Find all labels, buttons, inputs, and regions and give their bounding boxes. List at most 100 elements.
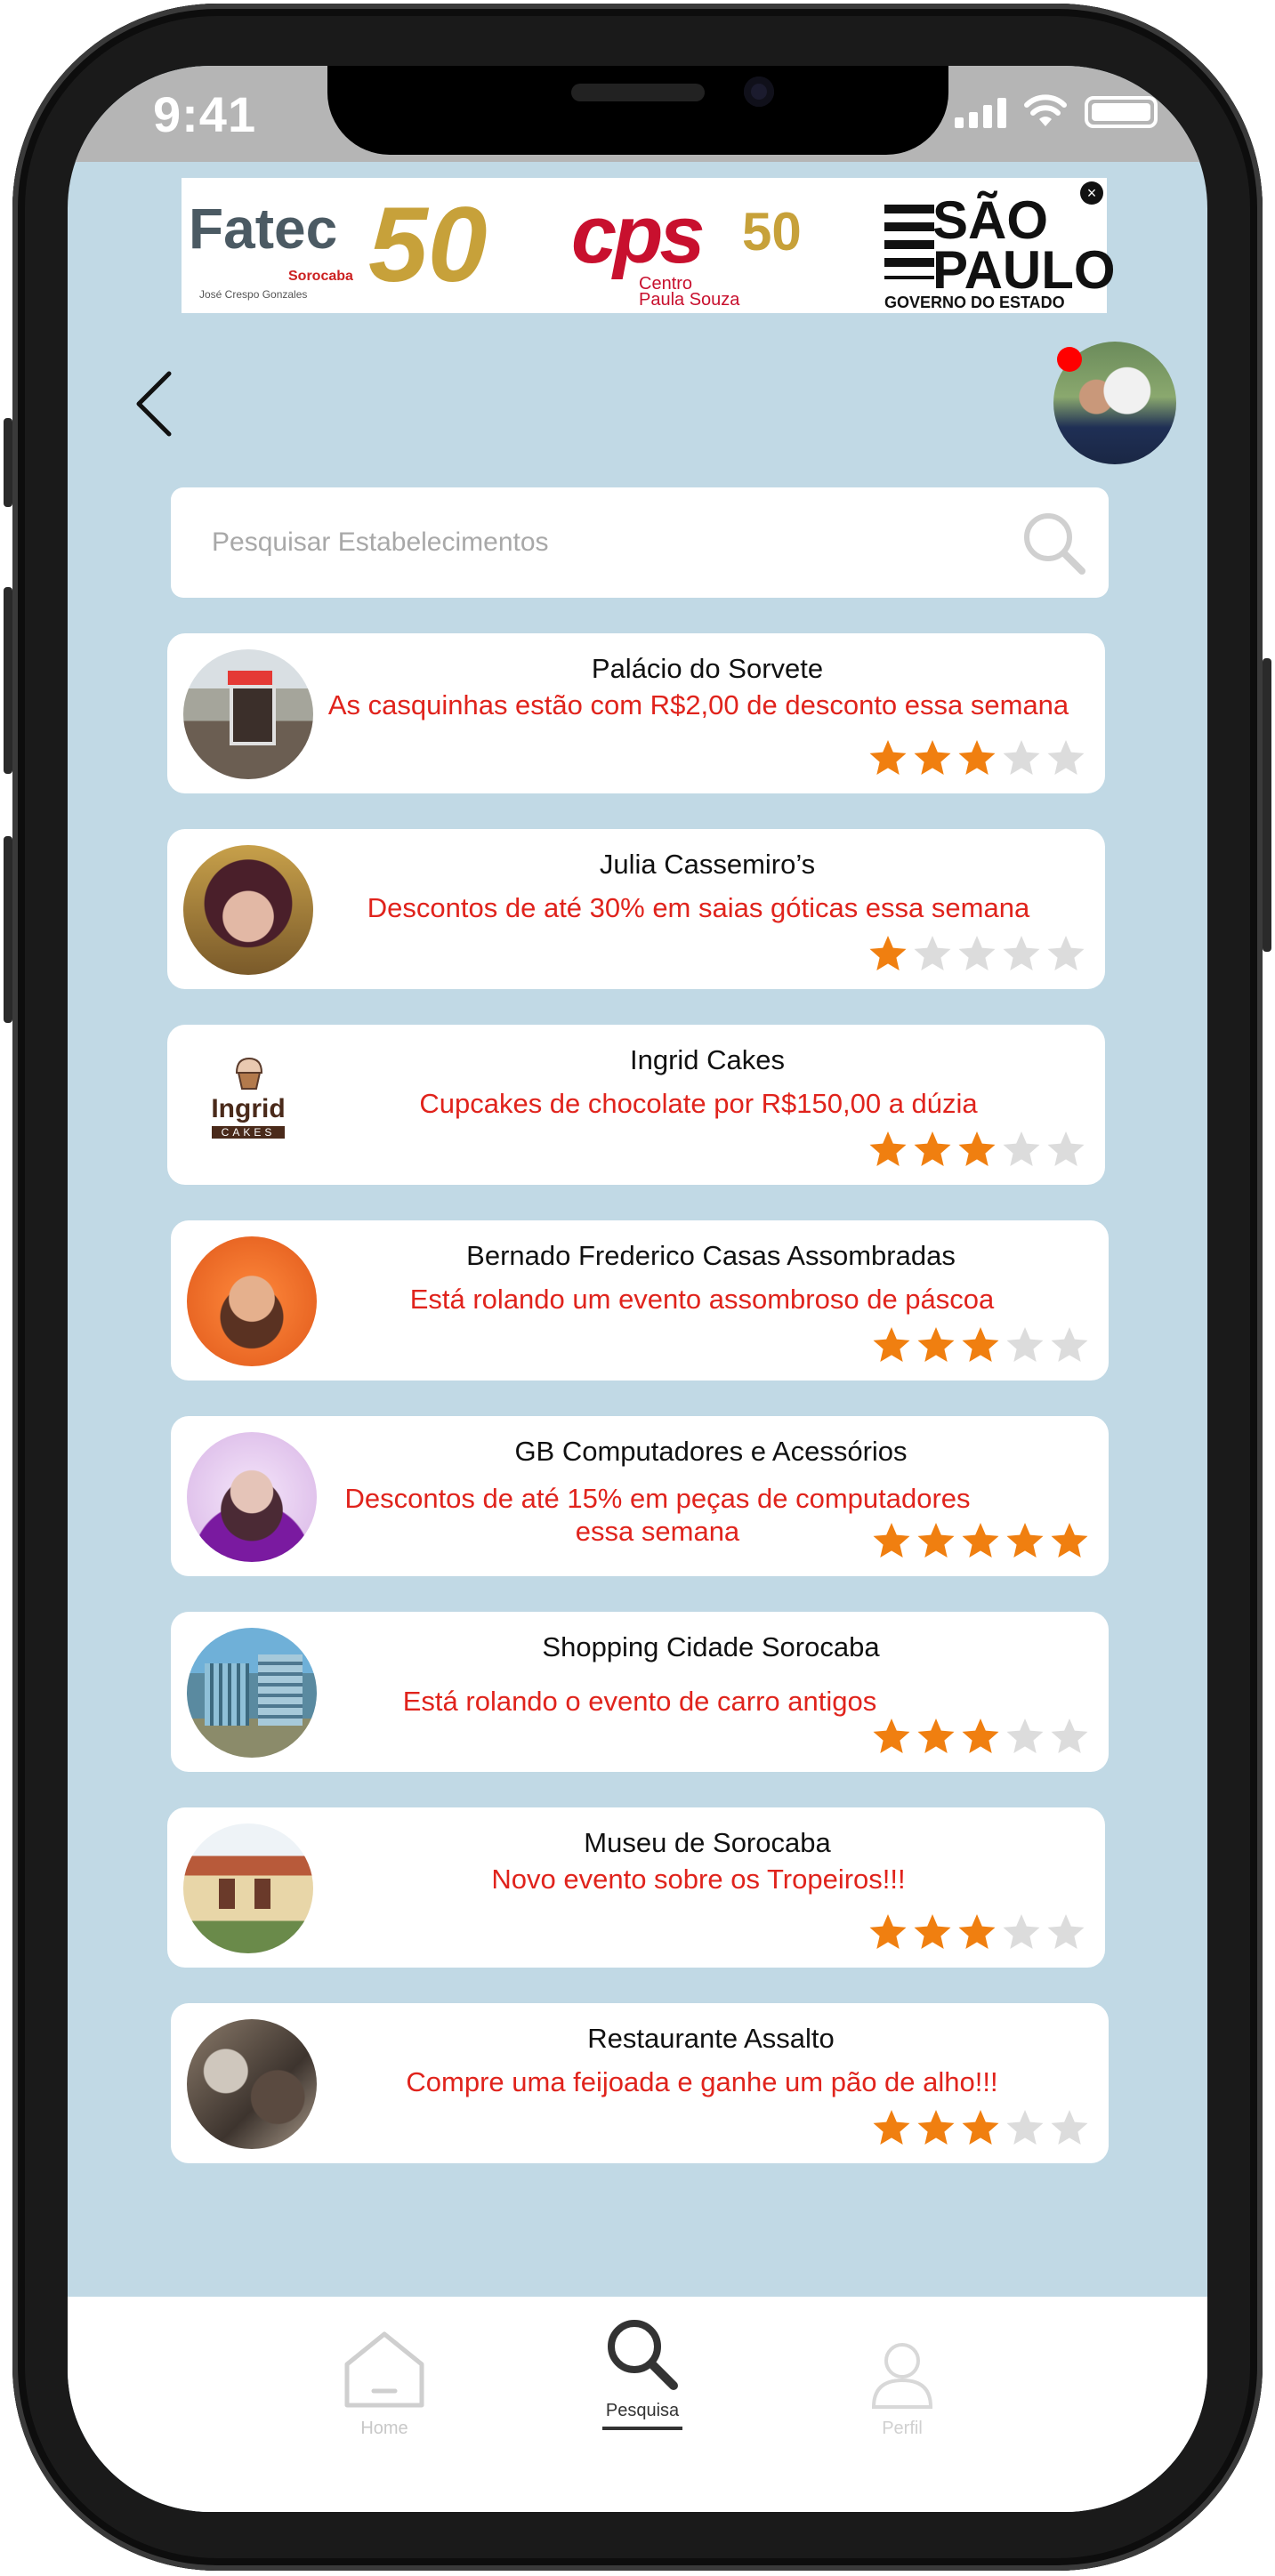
star-filled-icon xyxy=(914,740,951,775)
card-name: Bernado Frederico Casas Assombradas xyxy=(466,1240,956,1271)
card-promo: Cupcakes de chocolate por R$150,00 a dúz… xyxy=(419,1088,978,1119)
nav-home[interactable]: Home xyxy=(322,2329,447,2439)
close-banner-button[interactable]: × xyxy=(1080,181,1103,205)
gb-computadores-logo xyxy=(187,1432,317,1562)
ingrid-cakes-logo: Ingrid CAKES xyxy=(183,1041,313,1171)
star-filled-icon xyxy=(962,1327,999,1362)
star-empty-icon xyxy=(1051,1719,1088,1753)
speaker xyxy=(571,84,705,101)
card-promo: Está rolando um evento assombroso de pás… xyxy=(409,1284,995,1315)
star-empty-icon xyxy=(1047,1914,1085,1949)
star-empty-icon xyxy=(958,936,996,970)
star-empty-icon xyxy=(1006,1719,1044,1753)
volume-up-button xyxy=(4,587,12,774)
establishment-card-julia-cassemiros[interactable]: Julia Cassemiro’s Descontos de até 30% e… xyxy=(167,829,1105,989)
establishment-card-palacio-do-sorvete[interactable]: Palácio do Sorvete As casquinhas estão c… xyxy=(167,633,1105,793)
card-name: Ingrid Cakes xyxy=(629,1044,786,1075)
search-icon[interactable] xyxy=(1018,507,1089,578)
rating-stars xyxy=(868,1130,1085,1169)
star-filled-icon xyxy=(914,1914,951,1949)
back-arrow-icon[interactable] xyxy=(130,368,180,439)
card-promo: Descontos de até 30% em saias góticas es… xyxy=(367,892,1030,923)
star-empty-icon xyxy=(914,936,951,970)
card-name: Julia Cassemiro’s xyxy=(599,849,816,880)
wifi-icon xyxy=(1024,94,1067,126)
star-filled-icon xyxy=(914,1131,951,1166)
julia-cassemiros-logo xyxy=(183,845,313,975)
nav-search[interactable]: Pesquisa xyxy=(580,2316,705,2430)
fatec-logo-subtitle-2: José Crespo Gonzales xyxy=(199,288,308,301)
star-filled-icon xyxy=(962,1719,999,1753)
star-filled-icon xyxy=(869,1914,907,1949)
establishment-card-museu-de-sorocaba[interactable]: Museu de Sorocaba Novo evento sobre os T… xyxy=(167,1807,1105,1968)
search-bar xyxy=(171,487,1109,598)
card-name: Restaurante Assalto xyxy=(587,2023,835,2054)
establishment-card-gb-computadores[interactable]: GB Computadores e Acessórios Descontos d… xyxy=(171,1416,1109,1576)
notification-dot xyxy=(1057,347,1082,372)
star-filled-icon xyxy=(958,1914,996,1949)
profile-icon xyxy=(871,2343,933,2409)
sao-paulo-logo: SÃO PAULO xyxy=(932,190,1116,300)
card-name: Shopping Cidade Sorocaba xyxy=(542,1631,880,1662)
sao-paulo-flag-icon xyxy=(884,205,934,279)
battery-icon xyxy=(1085,96,1158,128)
volume-down-button xyxy=(4,836,12,1023)
star-filled-icon xyxy=(917,2110,955,2145)
user-avatar[interactable] xyxy=(1053,342,1176,464)
establishment-card-bernado-frederico[interactable]: Bernado Frederico Casas Assombradas Está… xyxy=(171,1220,1109,1381)
nav-search-label: Pesquisa xyxy=(605,2401,680,2420)
star-filled-icon xyxy=(869,936,907,970)
star-filled-icon xyxy=(873,1327,910,1362)
star-filled-icon xyxy=(917,1523,955,1558)
nav-profile[interactable]: Perfil xyxy=(840,2339,964,2439)
establishment-card-ingrid-cakes[interactable]: Ingrid CAKES Ingrid Cakes Cupcakes de ch… xyxy=(167,1025,1105,1185)
card-name: Palácio do Sorvete xyxy=(591,653,824,684)
card-promo: Está rolando o evento de carro antigos xyxy=(402,1686,877,1717)
star-empty-icon xyxy=(1047,740,1085,775)
star-empty-icon xyxy=(1047,1131,1085,1166)
star-filled-icon xyxy=(962,1523,999,1558)
ingrid-cakes-logo-text: Ingrid xyxy=(211,1094,286,1123)
star-filled-icon xyxy=(917,1719,955,1753)
star-filled-icon xyxy=(958,740,996,775)
star-filled-icon xyxy=(873,2110,910,2145)
rating-stars xyxy=(868,1912,1085,1952)
star-empty-icon xyxy=(1003,740,1040,775)
power-button xyxy=(1263,658,1271,952)
front-camera xyxy=(744,76,774,107)
nav-active-indicator xyxy=(602,2427,682,2430)
star-filled-icon xyxy=(917,1327,955,1362)
cps-50-logo: 50 xyxy=(742,202,802,262)
star-empty-icon xyxy=(1051,2110,1088,2145)
fatec-logo-subtitle: Sorocaba xyxy=(288,269,353,284)
star-empty-icon xyxy=(1006,1327,1044,1362)
status-time: 9:41 xyxy=(153,86,257,142)
rating-stars xyxy=(872,1325,1089,1364)
star-filled-icon xyxy=(1006,1523,1044,1558)
cps-logo: cps xyxy=(571,189,706,280)
star-empty-icon xyxy=(1051,1327,1088,1362)
star-empty-icon xyxy=(1003,936,1040,970)
sao-paulo-logo-subtitle: GOVERNO DO ESTADO xyxy=(884,294,1065,311)
cupcake-icon xyxy=(235,1057,263,1090)
star-filled-icon xyxy=(1051,1523,1088,1558)
sponsor-banner[interactable]: Fatec 50 Sorocaba José Crespo Gonzales c… xyxy=(182,178,1116,313)
star-filled-icon xyxy=(958,1131,996,1166)
rating-stars xyxy=(872,2108,1089,2147)
star-filled-icon xyxy=(962,2110,999,2145)
star-empty-icon xyxy=(1006,2110,1044,2145)
card-name: GB Computadores e Acessórios xyxy=(514,1436,908,1467)
card-promo: As casquinhas estão com R$2,00 de descon… xyxy=(327,689,1069,720)
establishment-card-restaurante-assalto[interactable]: Restaurante Assalto Compre uma feijoada … xyxy=(171,2003,1109,2163)
nav-profile-label: Perfil xyxy=(882,2419,923,2438)
search-input[interactable] xyxy=(171,487,1109,598)
star-filled-icon xyxy=(869,740,907,775)
search-icon xyxy=(608,2320,678,2390)
star-filled-icon xyxy=(873,1523,910,1558)
fatec-logo: Fatec xyxy=(189,197,338,261)
establishment-card-shopping-cidade-sorocaba[interactable]: Shopping Cidade Sorocaba Está rolando o … xyxy=(171,1612,1109,1772)
rating-stars xyxy=(868,738,1085,777)
star-empty-icon xyxy=(1003,1914,1040,1949)
nav-home-label: Home xyxy=(360,2419,408,2438)
card-promo: Compre uma feijoada e ganhe um pão de al… xyxy=(406,2066,998,2097)
